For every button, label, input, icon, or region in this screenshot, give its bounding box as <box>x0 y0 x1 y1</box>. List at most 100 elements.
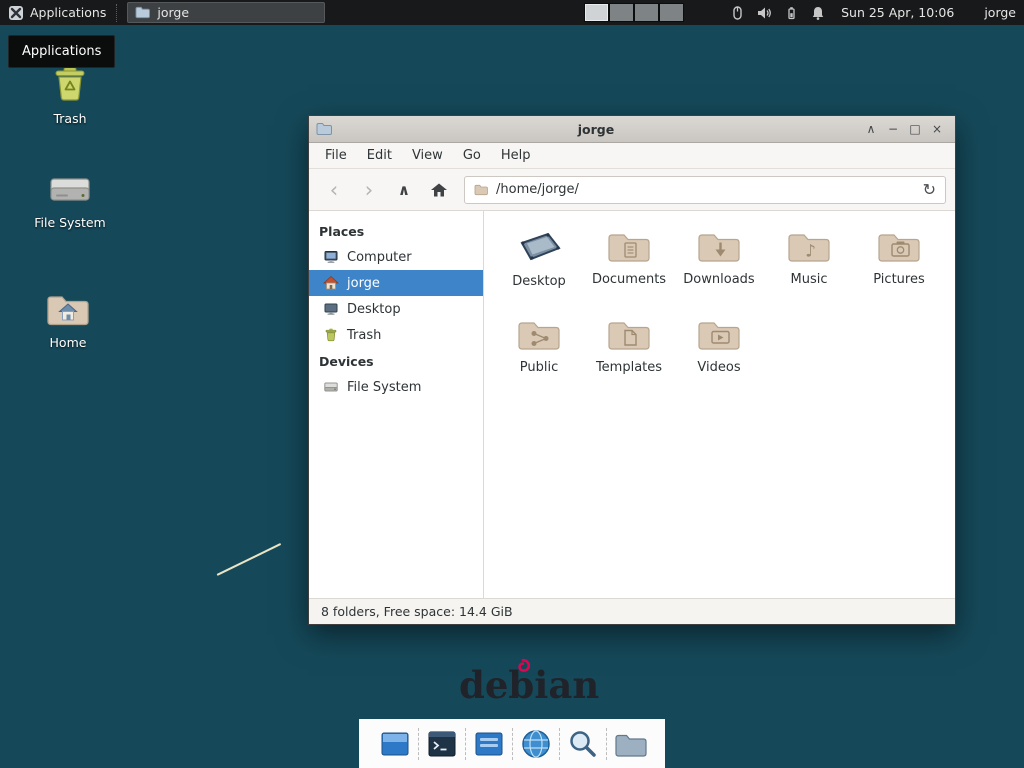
terminal-icon <box>425 727 459 761</box>
applications-menu-label: Applications <box>30 5 106 20</box>
menu-go[interactable]: Go <box>453 143 491 168</box>
tasklist-launcher[interactable] <box>466 722 512 766</box>
magnifier-icon <box>566 727 600 761</box>
reload-button[interactable]: ↻ <box>923 180 936 199</box>
downloads-folder-icon <box>695 228 743 268</box>
file-item-label: Music <box>791 272 828 287</box>
home-button[interactable] <box>423 175 455 205</box>
videos-folder-icon <box>695 316 743 356</box>
window-titlebar[interactable]: jorge ∧ − □ × <box>309 116 955 143</box>
applications-tooltip-text: Applications <box>22 44 101 59</box>
menu-help[interactable]: Help <box>491 143 541 168</box>
trash-icon <box>48 66 92 106</box>
workspace-button-1[interactable] <box>585 4 608 21</box>
mouse-icon[interactable] <box>728 4 746 22</box>
menu-file[interactable]: File <box>315 143 357 168</box>
file-manager-launcher[interactable] <box>607 722 653 766</box>
workspace-button-4[interactable] <box>660 4 683 21</box>
sidebar-item-trash[interactable]: Trash <box>309 322 483 348</box>
applications-menu-icon <box>8 5 24 21</box>
shade-button[interactable]: ∧ <box>860 116 882 143</box>
back-button[interactable]: ‹ <box>318 175 350 205</box>
sidebar-item-label: Computer <box>347 250 412 265</box>
file-item-label: Templates <box>596 360 662 375</box>
desktop-icon-file-system[interactable]: File System <box>26 170 114 230</box>
sidebar-item-label: File System <box>347 380 421 395</box>
window-title: jorge <box>332 122 860 137</box>
sidebar-header-places: Places <box>309 218 483 244</box>
sidebar: Places Computer <box>309 211 484 598</box>
sidebar-item-label: jorge <box>347 276 380 291</box>
file-manager-window: jorge ∧ − □ × File Edit View Go Help ‹ ›… <box>308 115 956 625</box>
file-item-label: Videos <box>697 360 740 375</box>
window-icon <box>316 122 332 136</box>
sidebar-item-label: Desktop <box>347 302 401 317</box>
desktop: Applications jorge <box>0 0 1024 768</box>
system-tray <box>728 4 827 22</box>
app-finder-launcher[interactable] <box>560 722 606 766</box>
file-item-label: Downloads <box>683 272 754 287</box>
show-desktop-button[interactable] <box>372 722 418 766</box>
wallpaper-scratch-line <box>217 543 282 576</box>
battery-icon[interactable] <box>782 4 800 22</box>
file-item-pictures[interactable]: Pictures <box>854 223 944 311</box>
desktop-icon <box>323 301 339 317</box>
location-bar[interactable]: /home/jorge/ ↻ <box>464 176 946 204</box>
desktop-icon-label: File System <box>34 215 106 230</box>
file-item-documents[interactable]: Documents <box>584 223 674 311</box>
file-item-desktop[interactable]: Desktop <box>494 223 584 311</box>
volume-icon[interactable] <box>755 4 773 22</box>
maximize-button[interactable]: □ <box>904 116 926 143</box>
taskbar-item-jorge[interactable]: jorge <box>127 2 325 23</box>
forward-button[interactable]: › <box>353 175 385 205</box>
panel-clock[interactable]: Sun 25 Apr, 10:06 <box>841 5 954 20</box>
menu-edit[interactable]: Edit <box>357 143 402 168</box>
file-manager-icon <box>135 6 150 19</box>
home-folder-icon <box>45 290 91 330</box>
minimize-button[interactable]: − <box>882 116 904 143</box>
terminal-launcher[interactable] <box>419 722 465 766</box>
desktop-icon-home[interactable]: Home <box>24 290 112 350</box>
workspace-button-3[interactable] <box>635 4 658 21</box>
desktop-icon-trash[interactable]: Trash <box>26 66 114 126</box>
notifications-bell-icon[interactable] <box>809 4 827 22</box>
file-item-label: Pictures <box>873 272 924 287</box>
show-desktop-icon <box>378 727 412 761</box>
file-item-label: Documents <box>592 272 666 287</box>
statusbar: 8 folders, Free space: 14.4 GiB <box>309 598 955 624</box>
documents-folder-icon <box>605 228 653 268</box>
file-item-downloads[interactable]: Downloads <box>674 223 764 311</box>
drive-icon <box>48 170 92 210</box>
globe-icon <box>519 727 553 761</box>
desktop-icon-label: Home <box>50 335 87 350</box>
sidebar-item-jorge[interactable]: jorge <box>309 270 483 296</box>
computer-icon <box>323 249 339 265</box>
sidebar-item-file-system[interactable]: File System <box>309 374 483 400</box>
bottom-dock <box>359 719 665 768</box>
panel-username[interactable]: jorge <box>984 5 1016 20</box>
up-button[interactable]: ∧ <box>388 175 420 205</box>
workspace-switcher <box>584 3 684 22</box>
menubar: File Edit View Go Help <box>309 143 955 169</box>
music-folder-icon: ♪ <box>785 228 833 268</box>
sidebar-item-computer[interactable]: Computer <box>309 244 483 270</box>
sidebar-item-desktop[interactable]: Desktop <box>309 296 483 322</box>
file-item-label: Desktop <box>512 274 566 289</box>
applications-menu-button[interactable]: Applications <box>0 0 114 25</box>
path-folder-icon <box>474 184 488 196</box>
debian-swirl-icon <box>515 658 531 674</box>
templates-folder-icon <box>605 316 653 356</box>
file-view: Desktop Documents <box>484 211 955 598</box>
file-item-templates[interactable]: Templates <box>584 311 674 399</box>
menu-view[interactable]: View <box>402 143 453 168</box>
web-browser-launcher[interactable] <box>513 722 559 766</box>
desktop-icon-label: Trash <box>53 111 86 126</box>
file-item-public[interactable]: Public <box>494 311 584 399</box>
file-item-videos[interactable]: Videos <box>674 311 764 399</box>
sidebar-header-devices: Devices <box>309 348 483 374</box>
close-button[interactable]: × <box>926 116 948 143</box>
file-item-music[interactable]: ♪ Music <box>764 223 854 311</box>
workspace-button-2[interactable] <box>610 4 633 21</box>
sidebar-item-label: Trash <box>347 328 381 343</box>
top-panel: Applications jorge <box>0 0 1024 25</box>
